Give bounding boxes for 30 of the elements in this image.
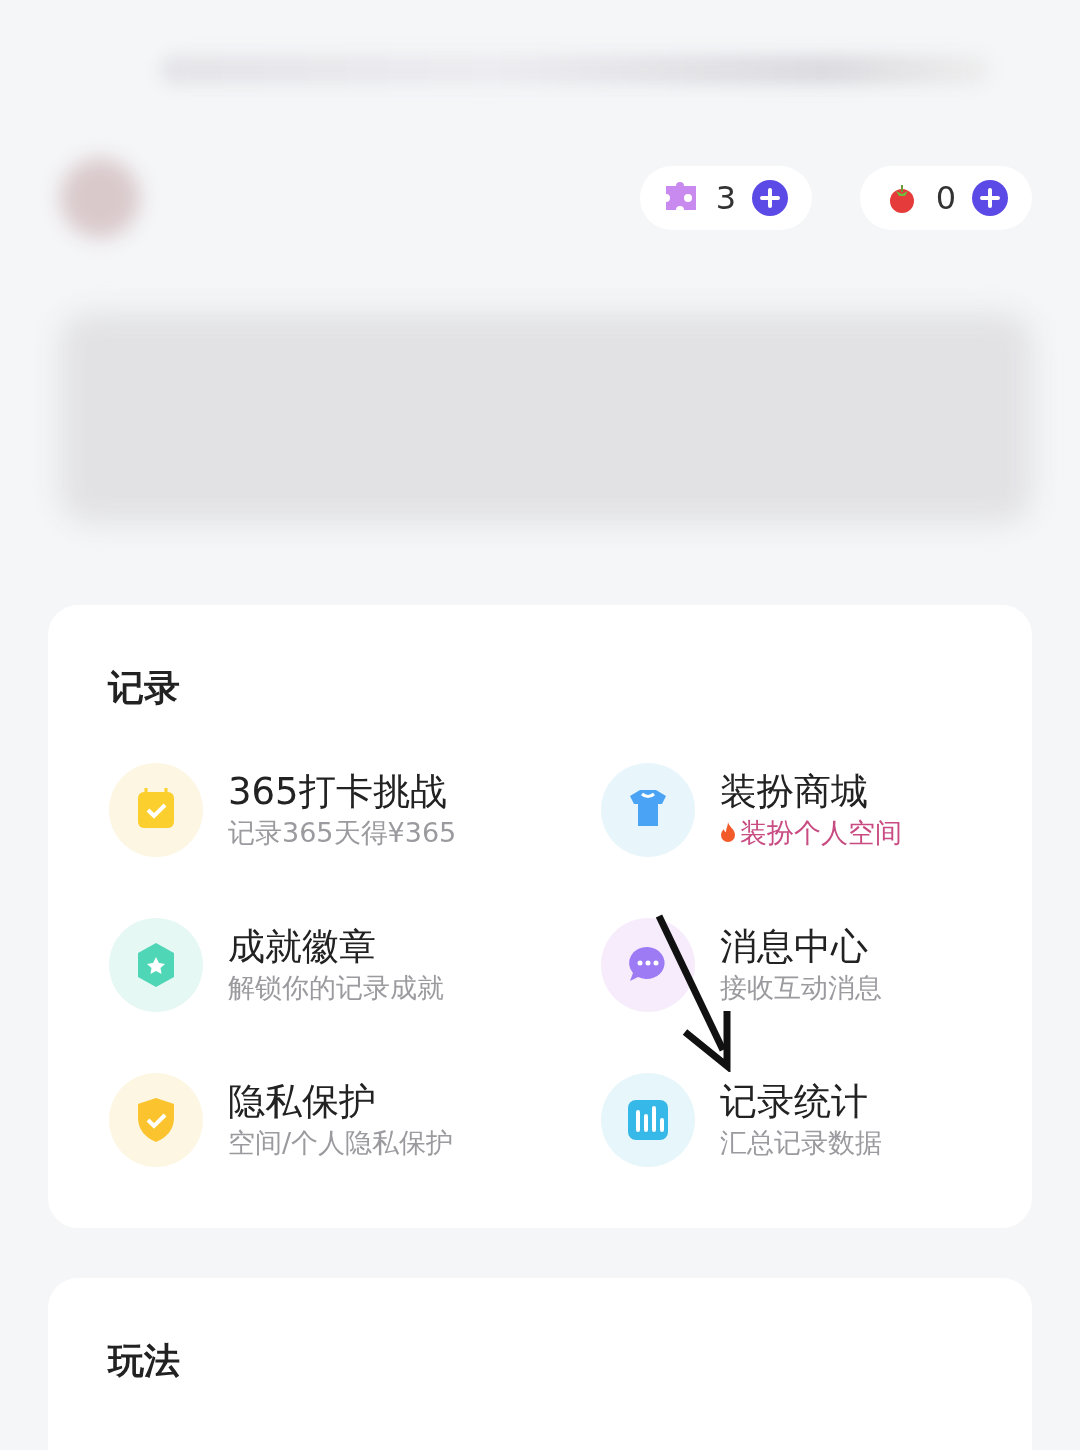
badge-icon [108,917,204,1013]
add-icon[interactable] [752,180,789,216]
item-title: 记录统计 [720,1080,869,1125]
item-title: 成就徽章 [228,925,377,970]
item-subtitle: 记录365天得¥365 [228,815,457,850]
menu-item[interactable]: 记录统计 汇总记录数据 [600,1072,972,1168]
shirt-icon [600,762,696,858]
item-subtitle: 解锁你的记录成就 [228,970,444,1005]
item-title: 隐私保护 [228,1080,377,1125]
chart-icon [600,1072,696,1168]
section-title: 记录 [108,666,181,710]
menu-item[interactable]: 装扮商城 装扮个人空间 [600,762,972,858]
add-icon[interactable] [972,180,1009,216]
menu-item[interactable]: 成就徽章 解锁你的记录成就 [108,917,600,1013]
item-subtitle: 汇总记录数据 [720,1125,882,1160]
section-title: 玩法 [108,1339,181,1383]
menu-item[interactable]: 隐私保护 空间/个人隐私保护 [108,1072,600,1168]
item-subtitle: 接收互动消息 [720,970,882,1005]
balance-count: 0 [935,178,957,219]
item-title: 365打卡挑战 [228,770,448,815]
menu-item[interactable]: 365打卡挑战 记录365天得¥365 [108,762,600,858]
item-title: 消息中心 [720,925,869,970]
shield-icon [108,1072,204,1168]
item-title: 装扮商城 [720,770,869,815]
item-subtitle: 空间/个人隐私保护 [228,1125,454,1160]
calendar-icon [108,762,204,858]
chat-icon [600,917,696,1013]
item-subtitle: 装扮个人空间 [740,815,902,850]
menu-item[interactable]: 消息中心 接收互动消息 [600,917,972,1013]
balance-count: 3 [715,178,737,219]
